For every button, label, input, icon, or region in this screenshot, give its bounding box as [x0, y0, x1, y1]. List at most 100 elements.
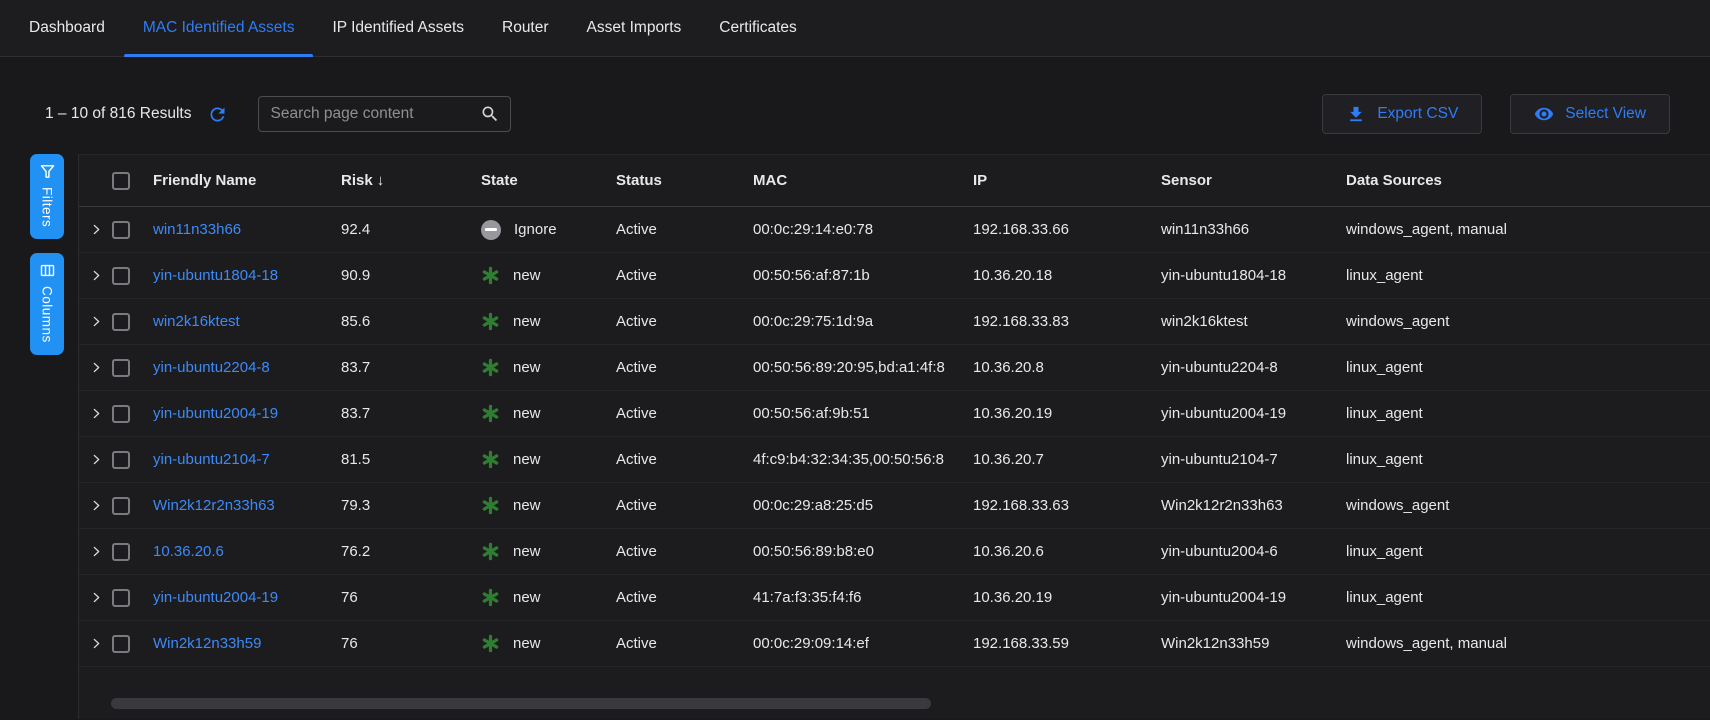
- table-row[interactable]: yin-ubuntu2204-8 83.7 new Active 00:50:5…: [79, 345, 1710, 391]
- horizontal-scrollbar-thumb[interactable]: [111, 698, 931, 709]
- table-row[interactable]: yin-ubuntu2104-7 81.5 new Active 4f:c9:b…: [79, 437, 1710, 483]
- column-header-sensor[interactable]: Sensor: [1161, 172, 1346, 189]
- tab-bar: DashboardMAC Identified AssetsIP Identif…: [0, 0, 1710, 57]
- tab-certificates[interactable]: Certificates: [700, 0, 816, 56]
- friendly-name-link[interactable]: yin-ubuntu2004-19: [153, 405, 278, 422]
- row-checkbox[interactable]: [112, 497, 130, 515]
- expand-chevron-icon[interactable]: [90, 499, 103, 512]
- row-checkbox[interactable]: [112, 359, 130, 377]
- search-input[interactable]: [271, 105, 480, 123]
- status-value: Active: [616, 451, 753, 468]
- state-label: new: [513, 405, 541, 422]
- state-label: new: [513, 451, 541, 468]
- ip-value: 10.36.20.19: [973, 589, 1161, 606]
- select-view-label: Select View: [1565, 105, 1646, 123]
- risk-value: 76.2: [341, 543, 481, 560]
- friendly-name-link[interactable]: win2k16ktest: [153, 313, 240, 330]
- refresh-button[interactable]: [207, 104, 228, 125]
- risk-value: 81.5: [341, 451, 481, 468]
- sensor-value: Win2k12n33h59: [1161, 635, 1346, 652]
- tab-asset-imports[interactable]: Asset Imports: [568, 0, 701, 56]
- eye-icon: [1534, 104, 1554, 124]
- column-header-data-sources[interactable]: Data Sources: [1346, 172, 1710, 189]
- table-row[interactable]: yin-ubuntu2004-19 76 new Active 41:7a:f3…: [79, 575, 1710, 621]
- ip-value: 10.36.20.19: [973, 405, 1161, 422]
- expand-chevron-icon[interactable]: [90, 545, 103, 558]
- row-checkbox[interactable]: [112, 267, 130, 285]
- sensor-value: yin-ubuntu2004-6: [1161, 543, 1346, 560]
- friendly-name-link[interactable]: Win2k12r2n33h63: [153, 497, 275, 514]
- sensor-value: yin-ubuntu2204-8: [1161, 359, 1346, 376]
- row-checkbox[interactable]: [112, 543, 130, 561]
- expand-chevron-icon[interactable]: [90, 637, 103, 650]
- state-label: new: [513, 267, 541, 284]
- table-row[interactable]: Win2k12n33h59 76 new Active 00:0c:29:09:…: [79, 621, 1710, 667]
- risk-value: 83.7: [341, 359, 481, 376]
- friendly-name-link[interactable]: yin-ubuntu2204-8: [153, 359, 270, 376]
- expand-chevron-icon[interactable]: [90, 223, 103, 236]
- table-row[interactable]: Win2k12r2n33h63 79.3 new Active 00:0c:29…: [79, 483, 1710, 529]
- data-sources-value: linux_agent: [1346, 543, 1710, 560]
- friendly-name-link[interactable]: 10.36.20.6: [153, 543, 224, 560]
- expand-chevron-icon[interactable]: [90, 361, 103, 374]
- state-label: new: [513, 359, 541, 376]
- friendly-name-link[interactable]: Win2k12n33h59: [153, 635, 261, 652]
- expand-chevron-icon[interactable]: [90, 591, 103, 604]
- sensor-value: yin-ubuntu2104-7: [1161, 451, 1346, 468]
- column-header-friendly-name[interactable]: Friendly Name: [153, 172, 341, 189]
- mac-value: 00:0c:29:75:1d:9a: [753, 313, 973, 330]
- status-value: Active: [616, 543, 753, 560]
- column-header-state[interactable]: State: [481, 172, 616, 189]
- expand-chevron-icon[interactable]: [90, 407, 103, 420]
- expand-chevron-icon[interactable]: [90, 315, 103, 328]
- columns-button[interactable]: Columns: [30, 253, 64, 355]
- column-header-mac[interactable]: MAC: [753, 172, 973, 189]
- risk-value: 76: [341, 589, 481, 606]
- tab-router[interactable]: Router: [483, 0, 568, 56]
- table-row[interactable]: 10.36.20.6 76.2 new Active 00:50:56:89:b…: [79, 529, 1710, 575]
- row-checkbox[interactable]: [112, 221, 130, 239]
- friendly-name-link[interactable]: win11n33h66: [153, 221, 241, 238]
- select-view-button[interactable]: Select View: [1510, 94, 1670, 134]
- table-row[interactable]: yin-ubuntu1804-18 90.9 new Active 00:50:…: [79, 253, 1710, 299]
- sensor-value: yin-ubuntu1804-18: [1161, 267, 1346, 284]
- row-checkbox[interactable]: [112, 313, 130, 331]
- status-value: Active: [616, 359, 753, 376]
- sensor-value: win11n33h66: [1161, 221, 1346, 238]
- status-value: Active: [616, 635, 753, 652]
- download-icon: [1346, 104, 1366, 124]
- tab-ip-identified-assets[interactable]: IP Identified Assets: [313, 0, 483, 56]
- table-row[interactable]: yin-ubuntu2004-19 83.7 new Active 00:50:…: [79, 391, 1710, 437]
- sensor-value: yin-ubuntu2004-19: [1161, 405, 1346, 422]
- expand-chevron-icon[interactable]: [90, 269, 103, 282]
- column-header-ip[interactable]: IP: [973, 172, 1161, 189]
- friendly-name-link[interactable]: yin-ubuntu1804-18: [153, 267, 278, 284]
- tab-mac-identified-assets[interactable]: MAC Identified Assets: [124, 0, 314, 56]
- new-state-icon: [481, 266, 500, 285]
- mac-value: 00:0c:29:09:14:ef: [753, 635, 973, 652]
- new-state-icon: [481, 312, 500, 331]
- column-header-risk[interactable]: Risk↓: [341, 172, 481, 189]
- column-header-status[interactable]: Status: [616, 172, 753, 189]
- data-sources-value: windows_agent, manual: [1346, 221, 1710, 238]
- ip-value: 10.36.20.7: [973, 451, 1161, 468]
- row-checkbox[interactable]: [112, 589, 130, 607]
- export-csv-button[interactable]: Export CSV: [1322, 94, 1482, 134]
- columns-icon: [39, 262, 56, 279]
- filters-button[interactable]: Filters: [30, 154, 64, 239]
- row-checkbox[interactable]: [112, 405, 130, 423]
- friendly-name-link[interactable]: yin-ubuntu2104-7: [153, 451, 270, 468]
- refresh-icon: [207, 104, 228, 125]
- row-checkbox[interactable]: [112, 451, 130, 469]
- table-row[interactable]: win2k16ktest 85.6 new Active 00:0c:29:75…: [79, 299, 1710, 345]
- sensor-value: Win2k12r2n33h63: [1161, 497, 1346, 514]
- friendly-name-link[interactable]: yin-ubuntu2004-19: [153, 589, 278, 606]
- results-count: 1 – 10 of 816 Results: [45, 105, 192, 123]
- tab-dashboard[interactable]: Dashboard: [10, 0, 124, 56]
- row-checkbox[interactable]: [112, 635, 130, 653]
- export-csv-label: Export CSV: [1377, 105, 1458, 123]
- mac-value: 00:50:56:af:9b:51: [753, 405, 973, 422]
- select-all-checkbox[interactable]: [112, 172, 130, 190]
- expand-chevron-icon[interactable]: [90, 453, 103, 466]
- table-row[interactable]: win11n33h66 92.4 Ignore Active 00:0c:29:…: [79, 207, 1710, 253]
